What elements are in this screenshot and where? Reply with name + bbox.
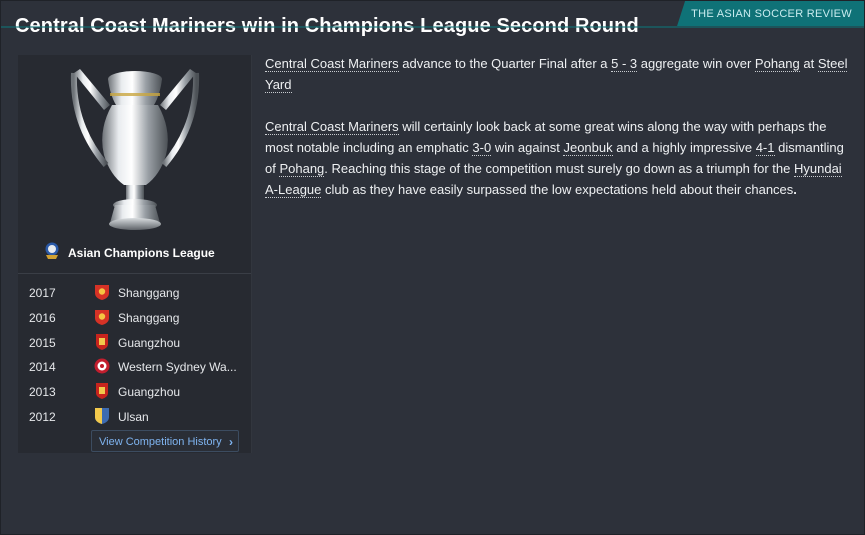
guangzhou-badge-icon [94,382,110,400]
list-item: 2017 Shanggang [18,280,251,305]
shanggang-badge-icon [94,308,110,326]
list-item: 2012 Ulsan [18,404,251,429]
winner-year: 2017 [29,286,56,300]
winner-year: 2012 [29,409,56,424]
winner-year: 2013 [29,385,56,400]
competition-name: Asian Champions League [68,246,215,260]
article-text: at [799,56,818,71]
acl-logo-icon [44,242,60,260]
list-item: 2014 Western Sydney Wa... [18,354,251,379]
winner-team[interactable]: Western Sydney Wa... [118,360,243,374]
article-text: and a highly impressive [612,140,756,155]
winner-year: 2014 [29,360,56,375]
score-link[interactable]: 5 - 3 [611,56,638,72]
list-item: 2016 Shanggang [18,305,251,330]
article-text: . [793,182,797,197]
wsw-badge-icon [94,357,110,375]
ulsan-badge-icon [94,407,110,425]
winner-year: 2015 [29,335,56,350]
competition-panel: Asian Champions League 2017 Shanggang 20… [18,55,252,453]
winner-team[interactable]: Shanggang [118,311,243,325]
score-link[interactable]: 4-1 [755,140,775,156]
article-paragraph: Central Coast Mariners advance to the Qu… [265,53,850,95]
article-text: . Reaching this stage of the competition… [324,161,794,176]
winners-list: 2017 Shanggang 2016 Shanggang 2015 Guang… [18,280,251,429]
news-window: Central Coast Mariners win in Champions … [0,0,865,535]
article-text: win against [491,140,564,155]
score-link[interactable]: 3-0 [472,140,492,156]
source-badge: THE ASIAN SOCCER REVIEW [677,1,864,26]
shanggang-badge-icon [94,283,110,301]
history-button-label: View Competition History [99,436,222,448]
list-item: 2013 Guangzhou [18,379,251,404]
panel-divider [18,273,251,274]
winner-year: 2016 [29,310,56,325]
winner-team[interactable]: Ulsan [118,410,243,424]
guangzhou-badge-icon [94,333,110,351]
team-link[interactable]: Central Coast Mariners [265,56,399,72]
article-body: Central Coast Mariners advance to the Qu… [265,53,850,221]
trophy-icon [70,69,200,230]
article-text: advance to the Quarter Final after a [398,56,612,71]
team-link[interactable]: Jeonbuk [563,140,613,156]
header-accent-line [1,26,864,28]
winner-team[interactable]: Shanggang [118,286,243,300]
team-link[interactable]: Pohang [754,56,800,72]
view-competition-history-button[interactable]: View Competition History › [91,430,239,452]
article-text: aggregate win over [637,56,755,71]
team-link[interactable]: Pohang [279,161,325,177]
team-link[interactable]: Central Coast Mariners [265,119,399,135]
winner-team[interactable]: Guangzhou [118,385,243,399]
winner-team[interactable]: Guangzhou [118,336,243,350]
chevron-right-icon: › [229,435,233,449]
article-text: club as they have easily surpassed the l… [321,182,794,197]
list-item: 2015 Guangzhou [18,330,251,355]
article-paragraph: Central Coast Mariners will certainly lo… [265,116,850,200]
